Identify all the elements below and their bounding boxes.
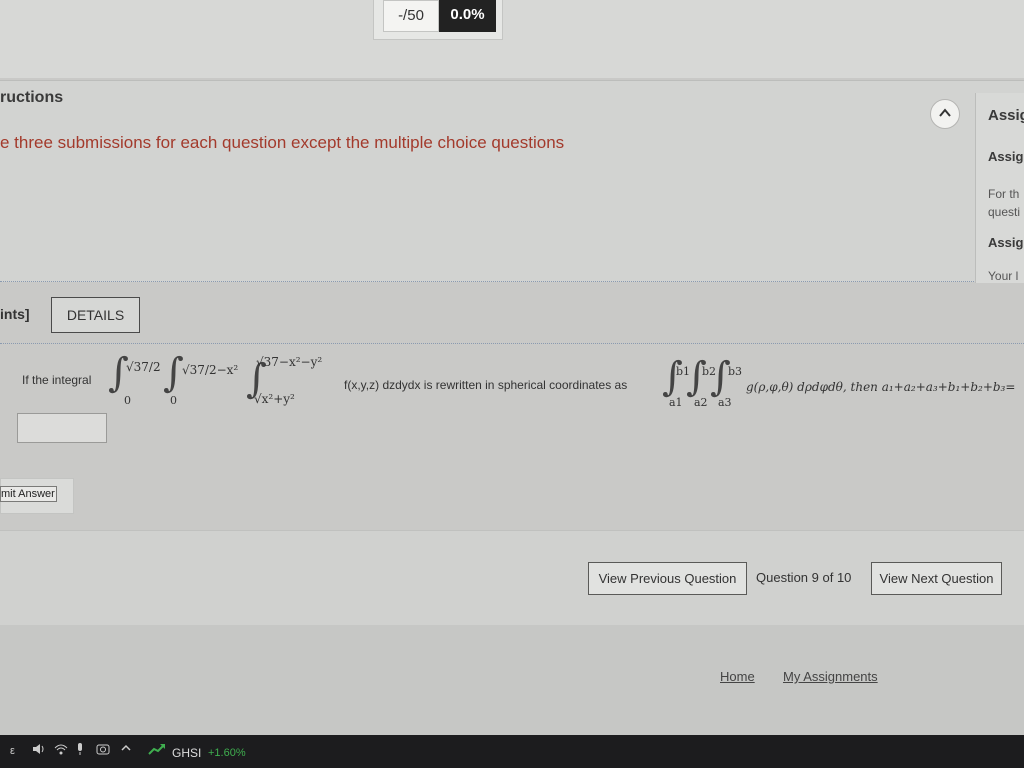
taskbar: ε GHSI +1.60%	[0, 735, 1024, 768]
score-percent: 0.0%	[439, 0, 496, 32]
outer-lower-limit: 0	[124, 394, 131, 407]
integral-sign: ∫	[163, 350, 184, 396]
camera-icon[interactable]	[96, 742, 110, 759]
stock-ticker[interactable]: GHSI	[172, 746, 201, 760]
speaker-icon[interactable]	[32, 742, 46, 759]
instructions-panel: ructions e three submissions for each qu…	[0, 80, 1024, 283]
score-value: -/50	[383, 0, 439, 32]
stock-change: +1.60%	[208, 747, 246, 759]
outer-upper-limit: √37/2	[126, 360, 161, 374]
submit-answer-button[interactable]: mit Answer	[0, 486, 57, 502]
home-link[interactable]: Home	[720, 669, 755, 684]
integrand-text: f(x,y,z) dzdydx is rewritten in spherica…	[344, 378, 628, 392]
question-intro: If the integral	[22, 373, 92, 387]
score-card: -/50 0.0%	[373, 0, 503, 40]
limit-a1: a1	[669, 396, 683, 409]
question-counter: Question 9 of 10	[756, 570, 852, 585]
chevron-up-icon	[939, 108, 951, 117]
inner-lower-limit: √x²+y²	[254, 392, 295, 406]
my-assignments-link[interactable]: My Assignments	[783, 669, 878, 684]
spherical-integrand: g(ρ,φ,θ) dρdφdθ, then a₁+a₂+a₃+b₁+b₂+b₃=	[746, 380, 1016, 394]
middle-upper-limit: √37/2−x²	[182, 363, 239, 377]
chevron-up-icon[interactable]	[120, 742, 132, 757]
divider	[0, 343, 1024, 344]
microphone-icon[interactable]	[75, 742, 85, 759]
answer-input[interactable]	[17, 413, 107, 443]
assignment-info-panel: Assig Assig For th questi Assig Your l	[975, 93, 1024, 283]
limit-b3: b3	[728, 365, 743, 378]
assignment-panel-item-title: Assig	[988, 149, 1024, 164]
assignment-panel-item-title: Assig	[988, 235, 1024, 250]
assignment-panel-item-text: For th	[988, 187, 1020, 201]
language-indicator[interactable]: ε	[10, 745, 15, 757]
details-button[interactable]: DETAILS	[51, 297, 140, 333]
limit-a2: a2	[694, 396, 708, 409]
assignment-panel-item-text: questi	[988, 205, 1021, 219]
instructions-title: ructions	[0, 89, 64, 106]
stock-trend-icon	[148, 743, 166, 758]
next-question-button[interactable]: View Next Question	[871, 562, 1002, 595]
assignment-panel-heading: Assig	[988, 107, 1024, 124]
limit-a3: a3	[718, 396, 732, 409]
middle-lower-limit: 0	[170, 394, 177, 407]
previous-question-button[interactable]: View Previous Question	[588, 562, 747, 595]
points-label: ints]	[0, 306, 30, 322]
inner-upper-limit: √37−x²−y²	[256, 355, 323, 369]
top-strip	[0, 0, 1024, 78]
collapse-button[interactable]	[930, 99, 960, 129]
instructions-text: e three submissions for each question ex…	[0, 133, 565, 152]
assignment-panel-item-text: Your l	[988, 269, 1019, 283]
wifi-icon[interactable]	[54, 742, 68, 759]
